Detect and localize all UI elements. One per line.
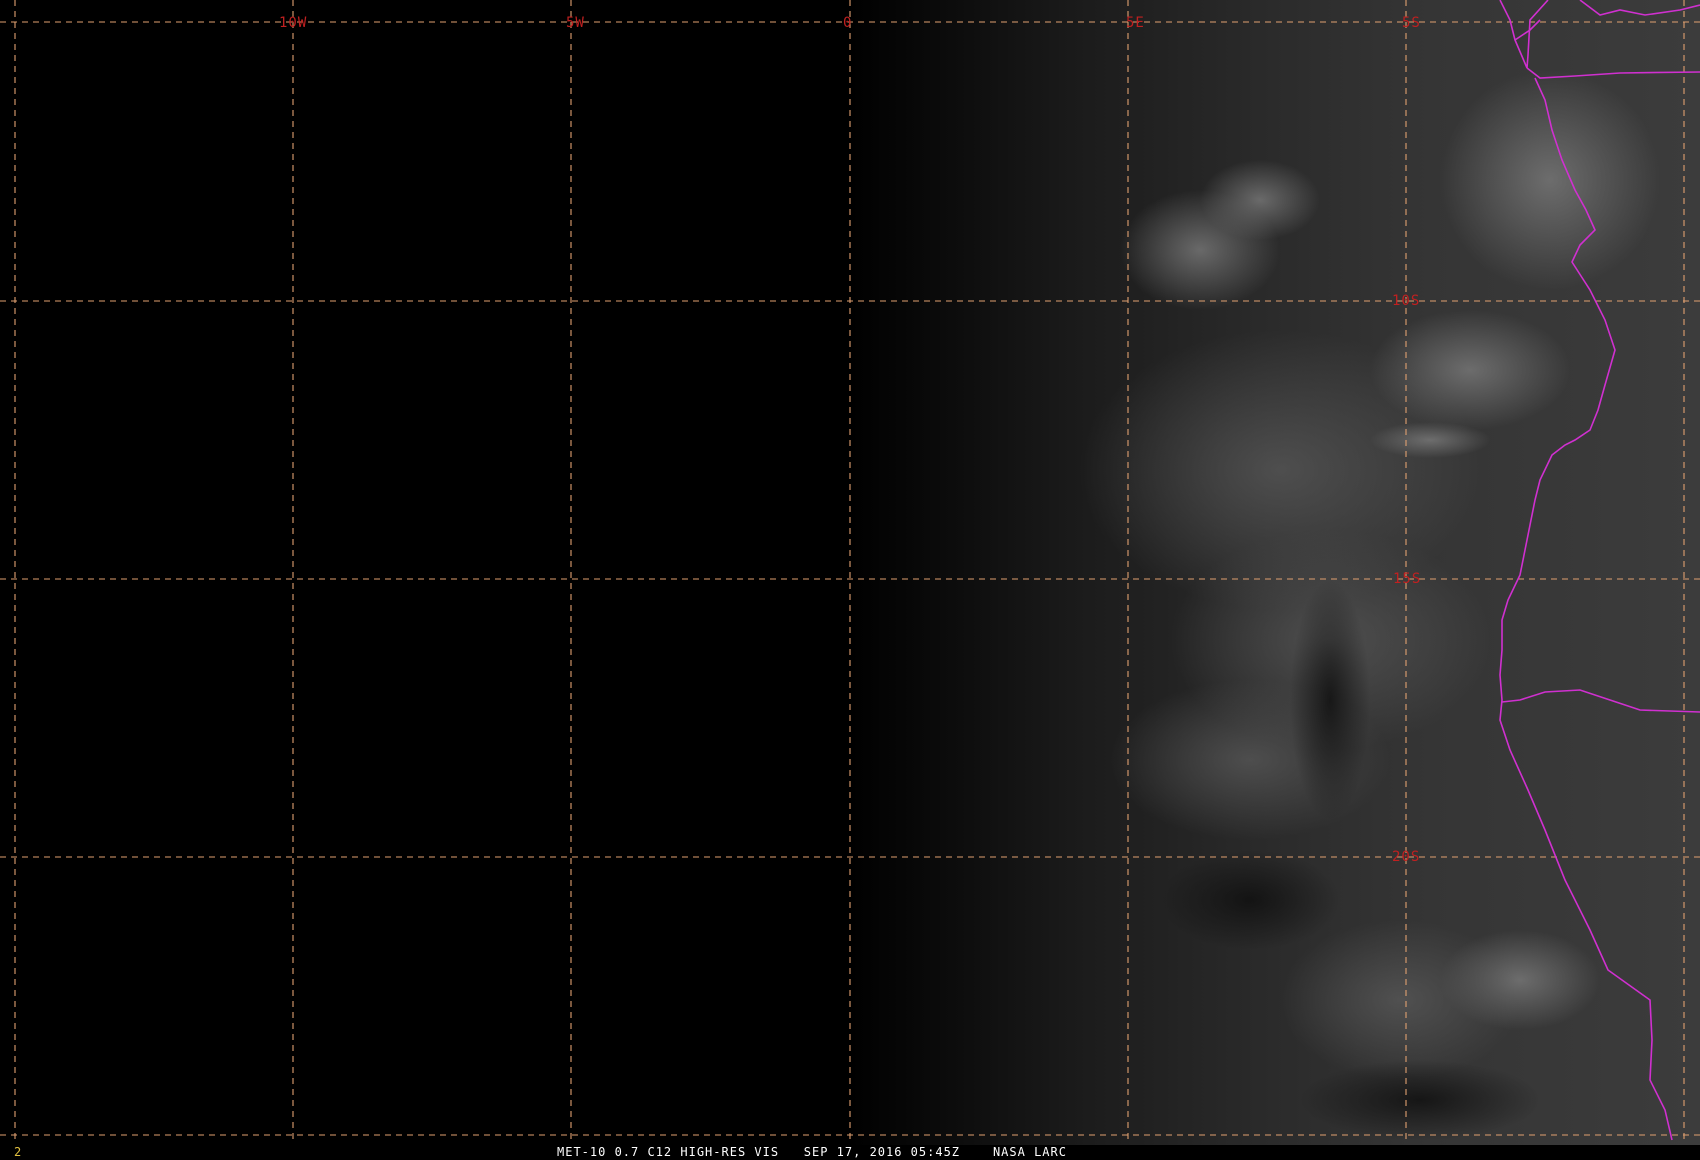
longitude-label: 5W bbox=[566, 15, 585, 31]
image-caption: MET-10 0.7 C12 HIGH-RES VIS SEP 17, 2016… bbox=[557, 1145, 1067, 1160]
latitude-label: 5S bbox=[1402, 15, 1421, 31]
observation-time: SEP 17, 2016 05:45Z bbox=[803, 1145, 961, 1159]
satellite-channel: MET-10 0.7 C12 HIGH-RES VIS bbox=[557, 1145, 780, 1159]
longitude-label: 10W bbox=[279, 15, 307, 31]
longitude-label: 0 bbox=[843, 15, 852, 31]
frame-number: 2 bbox=[14, 1145, 23, 1159]
satellite-image: 10W 5W 0 5E 5S 10S 15S 20S bbox=[0, 0, 1700, 1145]
longitude-label: 5E bbox=[1126, 15, 1145, 31]
credit: NASA LARC bbox=[992, 1145, 1067, 1159]
image-caption-bar: 2 MET-10 0.7 C12 HIGH-RES VIS SEP 17, 20… bbox=[0, 1145, 1700, 1160]
latitude-label: 10S bbox=[1392, 293, 1420, 309]
latitude-label: 20S bbox=[1392, 849, 1420, 865]
latitude-label: 15S bbox=[1393, 571, 1421, 587]
satellite-map: 10W 5W 0 5E 5S 10S 15S 20S bbox=[0, 0, 1700, 1160]
